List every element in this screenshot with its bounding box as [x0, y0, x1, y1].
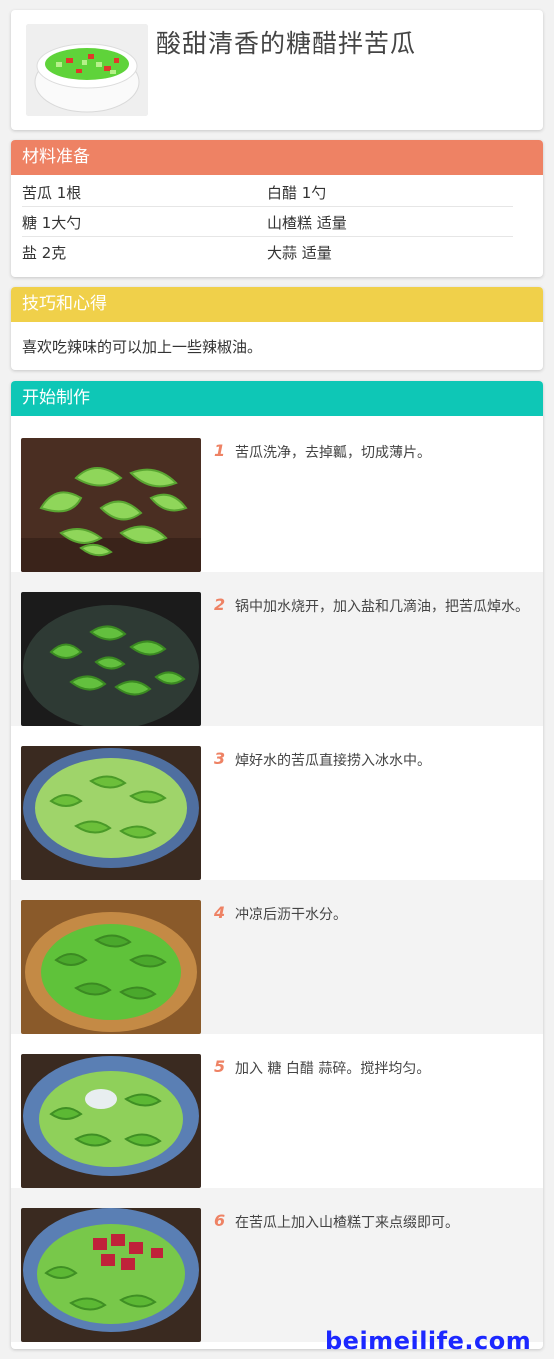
step-item: 6 在苦瓜上加入山楂糕丁来点缀即可。 — [11, 1188, 543, 1342]
step-photo[interactable] — [21, 746, 201, 880]
ingredient-row: 苦瓜 1根 白醋 1勺 — [22, 177, 513, 207]
step-item: 1 苦瓜洗净，去掉瓤，切成薄片。 — [11, 418, 543, 572]
ingredient-item: 苦瓜 1根 — [22, 184, 82, 202]
ingredient-item: 大蒜 适量 — [267, 244, 332, 262]
step-photo[interactable] — [21, 592, 201, 726]
ice-water-bowl-image — [21, 746, 201, 880]
site-watermark: beimeilife.com — [325, 1327, 532, 1355]
step-text: 加入 糖 白醋 蒜碎。搅拌均匀。 — [235, 1061, 431, 1077]
step-item: 4 冲凉后沥干水分。 — [11, 880, 543, 1034]
step-text: 在苦瓜上加入山楂糕丁来点缀即可。 — [235, 1215, 459, 1231]
step-text: 苦瓜洗净，去掉瓤，切成薄片。 — [235, 445, 431, 461]
ingredient-item: 山楂糕 适量 — [267, 214, 347, 232]
step-number: 3 — [214, 749, 226, 768]
final-dish-image — [21, 1208, 201, 1342]
step-text: 锅中加水烧开，加入盐和几滴油，把苦瓜焯水。 — [235, 599, 529, 615]
step-item: 3 焯好水的苦瓜直接捞入冰水中。 — [11, 726, 543, 880]
step-number: 5 — [214, 1057, 226, 1076]
step-number: 6 — [214, 1211, 226, 1230]
recipe-thumbnail[interactable] — [26, 24, 148, 116]
step-number: 1 — [214, 441, 226, 460]
step-photo[interactable] — [21, 1054, 201, 1188]
step-number: 2 — [214, 595, 226, 614]
ingredient-item: 白醋 1勺 — [267, 184, 327, 202]
ingredient-item: 糖 1大勺 — [22, 214, 82, 232]
seasoned-bowl-image — [21, 1054, 201, 1188]
tips-text: 喜欢吃辣味的可以加上一些辣椒油。 — [22, 338, 263, 356]
bowl-salad-image — [26, 24, 148, 116]
step-number: 4 — [214, 903, 226, 922]
steps-section: 开始制作 1 苦瓜洗净，去掉瓤，切成薄片。 2 锅中加水烧开，加入盐和几滴油，把… — [11, 381, 543, 1349]
draining-basket-image — [21, 900, 201, 1034]
step-item: 2 锅中加水烧开，加入盐和几滴油，把苦瓜焯水。 — [11, 572, 543, 726]
ingredient-row: 糖 1大勺 山楂糕 适量 — [22, 207, 513, 237]
ingredients-heading: 材料准备 — [11, 140, 543, 175]
recipe-title: 酸甜清香的糖醋拌苦瓜 — [156, 29, 417, 58]
tips-heading: 技巧和心得 — [11, 287, 543, 322]
step-photo[interactable] — [21, 1208, 201, 1342]
step-photo[interactable] — [21, 900, 201, 1034]
sliced-bitter-melon-image — [21, 438, 201, 572]
tips-section: 技巧和心得 喜欢吃辣味的可以加上一些辣椒油。 — [11, 287, 543, 370]
ingredients-section: 材料准备 苦瓜 1根 白醋 1勺 糖 1大勺 山楂糕 适量 盐 2克 大蒜 适量 — [11, 140, 543, 277]
recipe-header: 酸甜清香的糖醋拌苦瓜 — [11, 10, 543, 130]
blanching-pot-image — [21, 592, 201, 726]
step-item: 5 加入 糖 白醋 蒜碎。搅拌均匀。 — [11, 1034, 543, 1188]
ingredient-item: 盐 2克 — [22, 244, 67, 262]
steps-heading: 开始制作 — [11, 381, 543, 416]
step-text: 焯好水的苦瓜直接捞入冰水中。 — [235, 753, 431, 769]
step-photo[interactable] — [21, 438, 201, 572]
ingredient-row: 盐 2克 大蒜 适量 — [22, 237, 513, 266]
step-text: 冲凉后沥干水分。 — [235, 907, 347, 923]
